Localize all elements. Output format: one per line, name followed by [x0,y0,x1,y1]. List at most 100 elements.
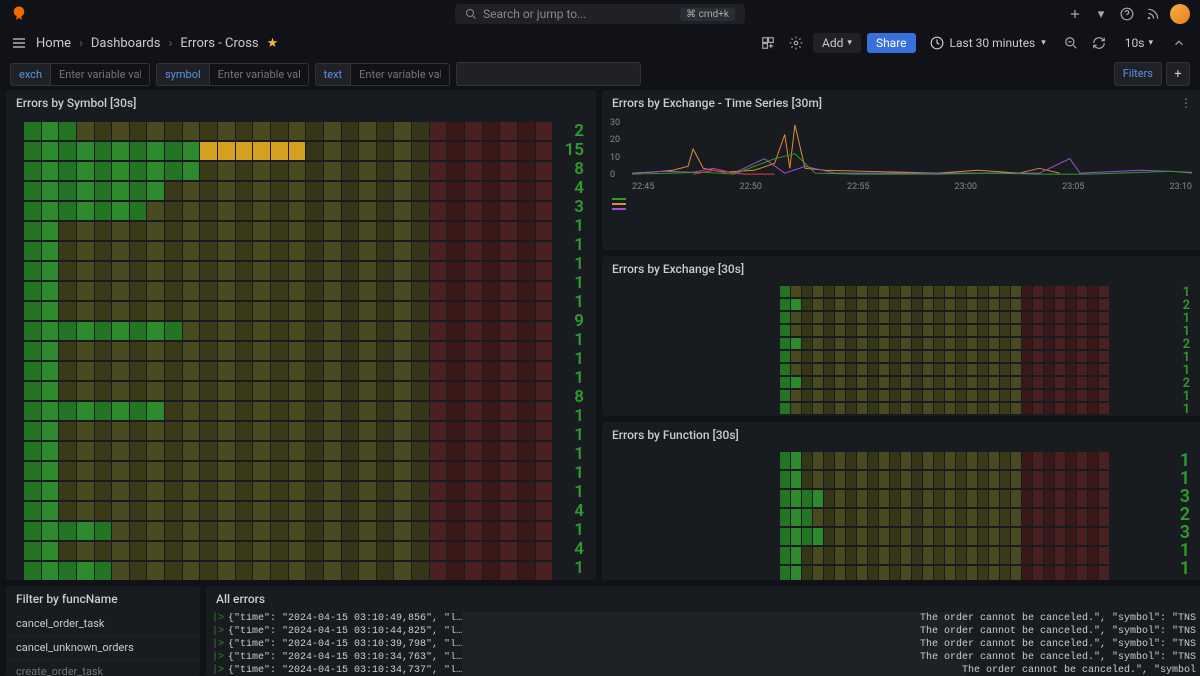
func-filter-list: cancel_order_task cancel_unknown_orders … [6,612,200,676]
zoom-out-icon[interactable] [1060,32,1082,54]
variable-dropdown[interactable] [456,62,641,86]
exchange-heatmap[interactable] [610,286,1170,416]
panel-all-errors: All errors |> {"time": "2024-04-15 03:10:… [206,586,1200,676]
symbol-value: 4 [560,179,584,198]
var-input-exch[interactable] [50,63,150,86]
settings-icon[interactable] [785,32,807,54]
search-kbd-hint: ⌘ cmd+k [680,8,735,21]
user-avatar[interactable] [1170,4,1190,24]
ts-yaxis: 30 20 10 0 [610,118,620,180]
func-filter-item[interactable]: cancel_order_task [6,612,200,636]
symbol-value: 1 [560,464,584,483]
timerange-label: Last 30 minutes [950,36,1036,50]
global-search[interactable]: Search or jump to... ⌘ cmd+k [455,4,745,24]
symbol-values-column: 21584311111911181111141414 [556,116,596,580]
log-expand-icon[interactable]: |> [212,652,224,663]
symbol-value: 1 [560,255,584,274]
log-expand-icon[interactable]: |> [212,639,224,650]
exchange-values-column: 12112112112 [1170,286,1194,416]
log-expand-icon[interactable]: |> [212,665,224,676]
chevron-down-icon[interactable]: ▾ [1092,5,1110,23]
star-icon[interactable]: ★ [267,36,279,51]
breadcrumb-home[interactable]: Home [36,36,71,51]
panel-title[interactable]: Errors by Symbol [30s] [6,90,596,116]
plus-icon[interactable] [1066,5,1084,23]
legend-item-1[interactable] [612,198,626,200]
clock-icon [930,36,944,50]
panel-errors-by-function: Errors by Function [30s] 1132311 [602,422,1200,580]
collapse-icon[interactable] [1168,32,1190,54]
add-filter-button[interactable]: + [1166,62,1190,86]
variable-symbol: symbol [156,63,309,86]
menu-icon[interactable] [10,34,28,52]
func-filter-item[interactable]: create_order_task [6,660,200,676]
panel-add-icon[interactable] [757,32,779,54]
symbol-value: 8 [560,160,584,179]
panel-title[interactable]: Filter by funcName [6,586,200,612]
refresh-interval[interactable]: 10s ▾ [1116,33,1162,53]
var-input-text[interactable] [350,63,450,86]
breadcrumb-dashboards[interactable]: Dashboards [91,36,161,51]
log-prefix: {"time": "2024-04-15 03:10:49,856", "lev… [228,613,468,624]
func-filter-item[interactable]: cancel_unknown_orders [6,636,200,660]
add-button[interactable]: Add ▾ [813,33,861,53]
panel-errors-by-exchange: Errors by Exchange [30s] 12112112112 [602,256,1200,416]
panel-menu-icon[interactable]: ⋮ [1180,96,1192,110]
heatmap-value: 1 [1178,560,1190,578]
symbol-value: 1 [560,350,584,369]
symbol-value: 9 [560,312,584,331]
time-range-picker[interactable]: Last 30 minutes ▾ [922,33,1054,53]
timeseries-chart[interactable]: 30 20 10 0 [602,116,1200,180]
panel-errors-by-symbol: Errors by Symbol [30s] 21584311111911181… [6,90,596,580]
symbol-value: 2 [560,122,584,141]
log-prefix: {"time": "2024-04-15 03:10:34,737", "lev… [228,665,468,676]
legend-item-3[interactable] [612,208,626,210]
filters-label[interactable]: Filters [1114,62,1162,86]
log-lines[interactable]: |> {"time": "2024-04-15 03:10:49,856", "l… [206,612,1200,676]
global-topbar: Search or jump to... ⌘ cmd+k ▾ [0,0,1200,28]
log-suffix: The order cannot be canceled.", "symbol"… [900,613,1196,624]
symbol-value: 4 [560,578,584,580]
log-line[interactable]: |> {"time": "2024-04-15 03:10:44,825", "l… [206,625,1200,638]
news-icon[interactable] [1144,5,1162,23]
ts-legend[interactable] [602,194,1200,214]
ts-xaxis: 22:45 22:50 22:55 23:00 23:05 23:10 [602,180,1200,194]
symbol-value: 8 [560,388,584,407]
log-line[interactable]: |> {"time": "2024-04-15 03:10:34,763", "l… [206,651,1200,664]
log-expand-icon[interactable]: |> [212,626,224,637]
function-values-column: 1132311 [1170,452,1194,580]
symbol-heatmap[interactable] [6,116,556,580]
symbol-value: 1 [560,236,584,255]
var-label-symbol: symbol [156,63,209,86]
log-suffix: The order cannot be canceled.", "symbol [942,665,1196,676]
symbol-value: 1 [560,559,584,578]
log-prefix: {"time": "2024-04-15 03:10:39,798", "lev… [228,639,468,650]
panel-title[interactable]: Errors by Exchange [30s] [602,256,1200,282]
log-prefix: {"time": "2024-04-15 03:10:44,825", "lev… [228,626,468,637]
refresh-icon[interactable] [1088,32,1110,54]
panel-title[interactable]: Errors by Exchange - Time Series [30m] [612,96,822,110]
symbol-value: 1 [560,369,584,388]
log-expand-icon[interactable]: |> [212,613,224,624]
breadcrumb-current: Errors - Cross [180,36,258,51]
variable-bar: exch symbol text Filters + [0,58,1200,90]
log-prefix: {"time": "2024-04-15 03:10:34,763", "lev… [228,652,468,663]
legend-item-2[interactable] [612,203,626,205]
panel-title[interactable]: All errors [206,586,1200,612]
symbol-value: 1 [560,445,584,464]
share-button[interactable]: Share [867,33,916,53]
dashboard-grid: Errors by Symbol [30s] 21584311111911181… [0,90,1200,676]
log-line[interactable]: |> {"time": "2024-04-15 03:10:39,798", "l… [206,638,1200,651]
function-heatmap[interactable] [610,452,1170,580]
log-line[interactable]: |> {"time": "2024-04-15 03:10:49,856", "l… [206,612,1200,625]
variable-text: text [315,63,451,86]
grafana-logo-icon[interactable] [10,5,28,23]
panel-title[interactable]: Errors by Function [30s] [602,422,1200,448]
symbol-value: 1 [560,331,584,350]
dashboard-navbar: Home › Dashboards › Errors - Cross ★ Add… [0,28,1200,58]
help-icon[interactable] [1118,5,1136,23]
symbol-value: 4 [560,502,584,521]
var-input-symbol[interactable] [209,63,309,86]
ts-svg [632,120,1192,178]
bottom-row: Filter by funcName cancel_order_task can… [6,586,1200,676]
